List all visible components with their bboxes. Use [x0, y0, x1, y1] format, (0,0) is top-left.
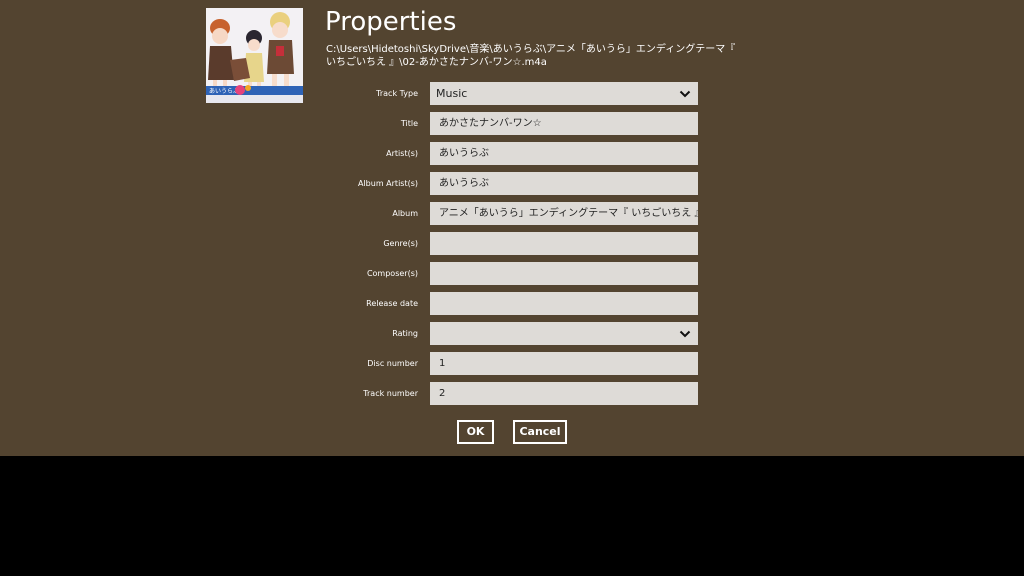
file-path: C:\Users\Hidetoshi\SkyDrive\音楽\あいうらぶ\アニメ… [326, 44, 736, 68]
form-row-disc-number: Disc number [300, 352, 700, 376]
disc-number-label: Disc number [367, 359, 418, 368]
disc-number-input[interactable] [430, 352, 698, 375]
album-label: Album [392, 209, 418, 218]
form-row-release-date: Release date [300, 292, 700, 316]
track-type-label: Track Type [376, 89, 418, 98]
rating-select[interactable] [430, 322, 698, 345]
track-number-input[interactable] [430, 382, 698, 405]
cancel-button[interactable]: Cancel [513, 420, 567, 444]
form-row-artists: Artist(s) [300, 142, 700, 166]
track-type-select[interactable]: Music [430, 82, 698, 105]
release-date-input[interactable] [430, 292, 698, 315]
album-artists-input[interactable] [430, 172, 698, 195]
form-row-album-artists: Album Artist(s) [300, 172, 700, 196]
genres-label: Genre(s) [383, 239, 418, 248]
track-type-value: Music [436, 87, 468, 100]
release-date-label: Release date [366, 299, 418, 308]
form-row-genres: Genre(s) [300, 232, 700, 256]
composers-label: Composer(s) [366, 269, 418, 278]
svg-text:あいうらぶ: あいうらぶ [209, 88, 239, 95]
ok-button[interactable]: OK [457, 420, 494, 444]
album-input[interactable] [430, 202, 698, 225]
title-input[interactable] [430, 112, 698, 135]
genres-input[interactable] [430, 232, 698, 255]
rating-label: Rating [392, 329, 418, 338]
album-cover-art: あいうらぶ [206, 8, 303, 103]
dialog-title: Properties [325, 7, 457, 37]
form-row-composers: Composer(s) [300, 262, 700, 286]
composers-input[interactable] [430, 262, 698, 285]
album-artists-label: Album Artist(s) [357, 179, 418, 188]
form-row-title: Title [300, 112, 700, 136]
form-row-album: Album [300, 202, 700, 226]
chevron-down-icon [679, 90, 691, 98]
form-row-rating: Rating [300, 322, 700, 346]
form-row-track-number: Track number [300, 382, 700, 406]
album-cover-image: あいうらぶ [206, 8, 303, 103]
background-area [0, 456, 1024, 576]
track-number-label: Track number [363, 389, 418, 398]
artists-label: Artist(s) [386, 149, 418, 158]
properties-dialog: あいうらぶ Properties C:\Users\Hidetoshi\SkyD… [0, 0, 1024, 456]
artists-input[interactable] [430, 142, 698, 165]
form-row-track-type: Track Type Music [300, 82, 700, 106]
title-label: Title [400, 119, 418, 128]
dialog-buttons: OK Cancel [0, 420, 1024, 444]
chevron-down-icon [679, 330, 691, 338]
